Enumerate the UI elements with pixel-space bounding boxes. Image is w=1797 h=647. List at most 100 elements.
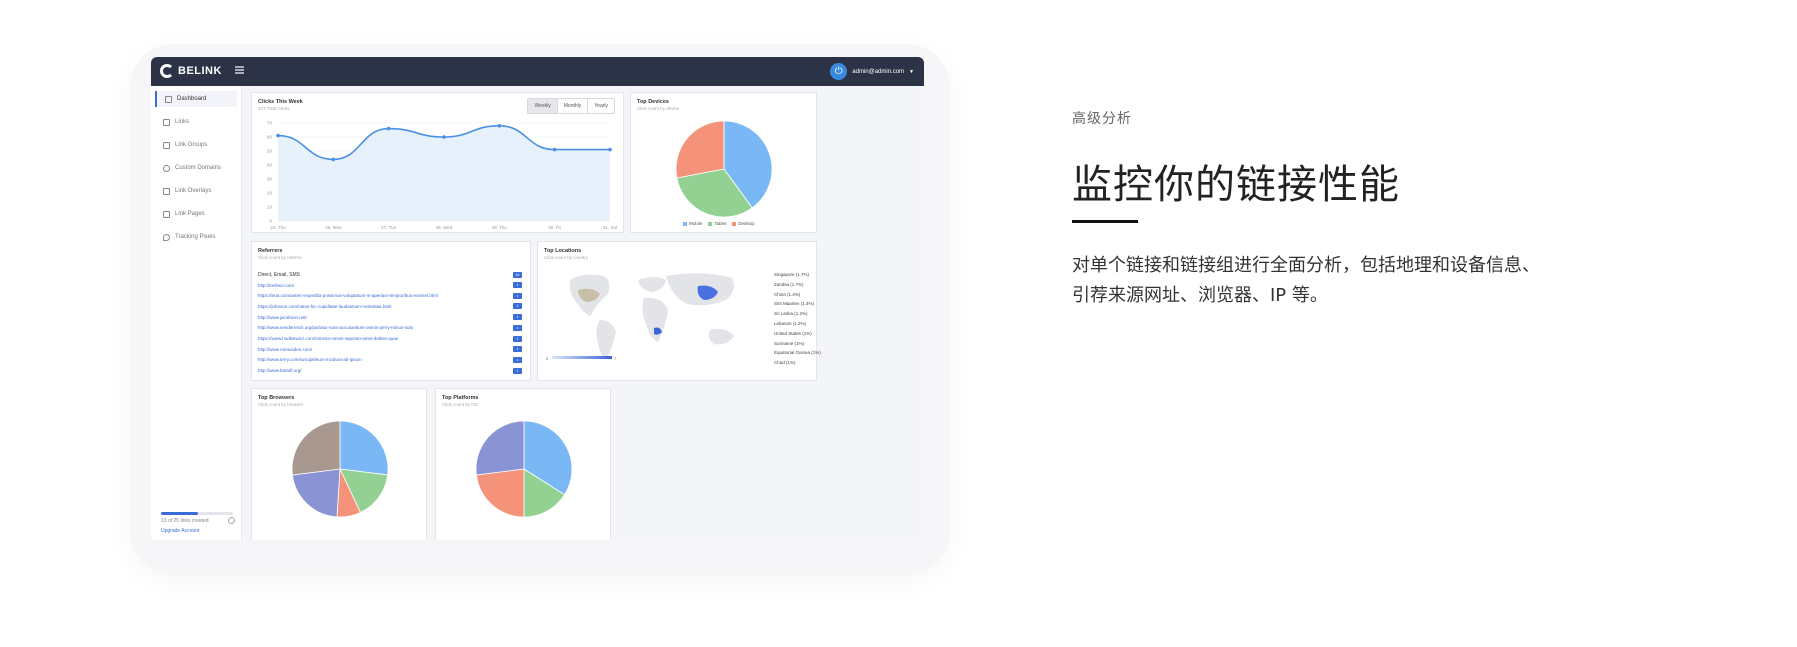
referrer-row[interactable]: https://www.hodkiewicz.com/minima-omnis-… bbox=[258, 335, 522, 342]
referrers-title: Referrers bbox=[258, 248, 283, 254]
referrer-url[interactable]: https://johnson.com/natus-hic-cupiditate… bbox=[258, 304, 391, 309]
feature-description: 对单个链接和链接组进行全面分析，包括地理和设备信息、引荐来源网址、浏览器、IP … bbox=[1072, 255, 1540, 306]
platforms-pie-chart bbox=[475, 420, 573, 518]
referrer-url[interactable]: http://www.senderreich.org/pariatur-sunt… bbox=[258, 325, 413, 330]
referrer-direct-label: Direct, Email, SMS bbox=[258, 272, 300, 278]
y-tick-label: 0 bbox=[269, 219, 272, 224]
upgrade-account-link[interactable]: Upgrade Account bbox=[161, 528, 199, 534]
user-menu[interactable]: ⏻ admin@admin.com ▼ bbox=[830, 63, 914, 80]
sidebar-item-label: Links bbox=[175, 119, 190, 125]
referrer-url[interactable]: http://www.terry.com/suscipit/eum-incidu… bbox=[258, 357, 362, 362]
sidebar-item-label: Link Overlays bbox=[175, 188, 212, 194]
hamburger-menu-icon[interactable] bbox=[235, 66, 244, 74]
sidebar-item-link-pages[interactable]: Link Pages bbox=[155, 206, 237, 222]
y-tick-label: 20 bbox=[267, 191, 273, 196]
pie-slice bbox=[291, 468, 341, 518]
referrer-count-badge: 1 bbox=[513, 346, 522, 353]
sidebar-item-tracking-pixels[interactable]: Tracking Pixels bbox=[155, 229, 237, 245]
pie-slice bbox=[291, 420, 341, 476]
sidebar-item-link-groups[interactable]: Link Groups bbox=[155, 137, 237, 153]
sidebar: Dashboard Links Link Groups Custom Domai… bbox=[151, 86, 242, 540]
map-scale-bar bbox=[552, 356, 612, 359]
referrer-count-badge: 1 bbox=[513, 356, 522, 363]
referrers-card: Referrers Click count by referrer Direct… bbox=[251, 241, 531, 381]
referrer-url[interactable]: http://www.bartolf.org/ bbox=[258, 368, 302, 373]
referrer-url[interactable]: https://erat.com/autem-expedita-possimus… bbox=[258, 293, 438, 298]
data-point bbox=[276, 133, 280, 138]
headline-divider bbox=[1072, 220, 1138, 223]
pin-icon bbox=[163, 233, 170, 241]
devices-card: Top Devices Click count by device Mobile… bbox=[630, 92, 817, 233]
country-list-item: Sri Lanka (1.2%) bbox=[774, 311, 808, 317]
x-tick-label: 31, Sat bbox=[603, 225, 618, 230]
data-point bbox=[497, 124, 502, 128]
help-icon[interactable] bbox=[228, 517, 235, 524]
referrer-row[interactable]: http://www.jacobson.net/1 bbox=[258, 314, 522, 321]
power-icon: ⏻ bbox=[830, 63, 848, 80]
link-icon bbox=[163, 118, 170, 126]
legend-tablet[interactable]: Tablet bbox=[708, 221, 726, 226]
referrer-url[interactable]: http://www.jacobson.net/ bbox=[258, 315, 307, 320]
referrer-count-badge: 1 bbox=[513, 335, 522, 342]
sidebar-item-custom-domains[interactable]: Custom Domains bbox=[155, 160, 237, 176]
logo-text: BELINK bbox=[178, 65, 222, 77]
country-list-item: Chad (1%) bbox=[774, 360, 796, 366]
y-tick-label: 40 bbox=[267, 163, 273, 168]
referrer-row[interactable]: http://www.senderreich.org/pariatur-sunt… bbox=[258, 324, 522, 331]
y-tick-label: 70 bbox=[267, 121, 273, 126]
sidebar-item-label: Tracking Pixels bbox=[175, 234, 216, 240]
feature-headline: 监控你的链接性能 bbox=[1072, 162, 1400, 208]
country-list-item: Lebanon (1.2%) bbox=[774, 321, 807, 326]
data-point bbox=[331, 157, 336, 162]
sidebar-item-dashboard[interactable]: Dashboard bbox=[155, 91, 237, 107]
scale-max: 7 bbox=[614, 356, 617, 361]
browsers-pie-chart bbox=[291, 420, 389, 518]
globe-icon bbox=[163, 164, 170, 172]
usage-text: 13 of 25 links created bbox=[161, 518, 209, 524]
area-fill bbox=[278, 125, 610, 221]
browsers-card: Top Browsers Click count by browser bbox=[251, 388, 427, 540]
referrer-row-direct: Direct, Email, SMS 46 bbox=[258, 272, 522, 278]
referrer-count-badge: 46 bbox=[513, 272, 522, 278]
referrer-count-badge: 1 bbox=[513, 367, 522, 374]
clicks-card: Clicks This Week 473 Total Clicks Weekly… bbox=[251, 92, 624, 233]
locations-title: Top Locations bbox=[544, 248, 582, 254]
scale-min: 0 bbox=[546, 356, 549, 361]
legend-mobile[interactable]: Mobile bbox=[683, 221, 702, 226]
referrer-row[interactable]: https://erat.com/autem-expedita-possimus… bbox=[258, 292, 522, 299]
sidebar-item-label: Link Groups bbox=[175, 142, 208, 148]
pie-slice bbox=[675, 120, 725, 179]
home-icon bbox=[165, 95, 172, 103]
sidebar-item-link-overlays[interactable]: Link Overlays bbox=[155, 183, 237, 199]
x-tick-label: 27, Tue bbox=[381, 225, 397, 230]
legend-desktop[interactable]: Desktop bbox=[732, 221, 755, 226]
top-navbar: BELINK ⏻ admin@admin.com ▼ bbox=[151, 57, 924, 86]
country-list-item: Equatorial Guinea (1%) bbox=[774, 350, 821, 356]
logo-icon bbox=[160, 64, 174, 78]
data-point bbox=[552, 147, 557, 152]
referrer-row[interactable]: http://treihan.com/1 bbox=[258, 282, 522, 288]
brand-logo[interactable]: BELINK bbox=[160, 64, 222, 78]
sidebar-item-label: Dashboard bbox=[177, 96, 207, 102]
sidebar-item-links[interactable]: Links bbox=[155, 114, 237, 130]
referrer-url[interactable]: http://www.ronnusden.com/ bbox=[258, 347, 312, 352]
folder-icon bbox=[163, 141, 170, 149]
referrer-url[interactable]: https://www.hodkiewicz.com/minima-omnis-… bbox=[258, 336, 398, 341]
x-tick-label: 28, Wed bbox=[436, 225, 453, 230]
referrer-count-badge: 1 bbox=[513, 282, 522, 288]
country-list-item: Sint Maarten (1.4%) bbox=[774, 301, 815, 307]
country-list-item: Suriname (1%) bbox=[774, 340, 805, 346]
referrer-row[interactable]: http://www.ronnusden.com/1 bbox=[258, 346, 522, 353]
referrer-row[interactable]: http://www.bartolf.org/1 bbox=[258, 367, 522, 374]
pie-slice bbox=[475, 468, 525, 518]
feature-eyebrow: 高级分析 bbox=[1072, 111, 1132, 127]
world-map[interactable]: 0 7 bbox=[542, 264, 772, 374]
referrer-row[interactable]: https://johnson.com/natus-hic-cupiditate… bbox=[258, 303, 522, 310]
referrer-row[interactable]: http://www.terry.com/suscipit/eum-incidu… bbox=[258, 356, 522, 363]
layers-icon bbox=[163, 187, 170, 195]
user-email: admin@admin.com bbox=[852, 68, 905, 75]
referrer-url[interactable]: http://treihan.com/ bbox=[258, 283, 294, 288]
referrer-count-badge: 1 bbox=[513, 292, 522, 299]
country-list-item: United States (1%) bbox=[774, 330, 812, 336]
x-tick-label: 22, Thu bbox=[270, 225, 286, 230]
